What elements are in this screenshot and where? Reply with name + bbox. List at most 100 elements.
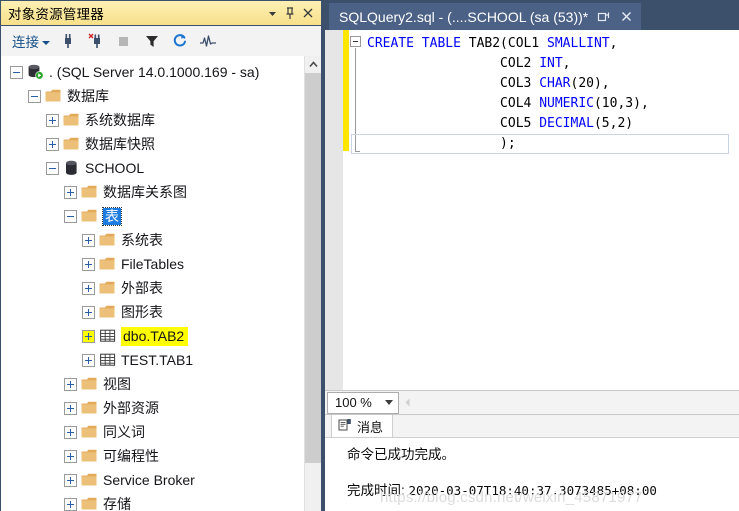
results-tabstrip: 消息 [325,415,739,438]
folder-icon [81,496,98,511]
sql-text: (20), [570,76,610,91]
folder-icon [63,136,80,153]
expand-icon[interactable] [46,113,59,127]
object-explorer-tree[interactable]: . (SQL Server 14.0.1000.169 - sa) 数据库 系统数据… [1,56,304,511]
panel-dropdown-icon[interactable] [263,4,281,22]
tree-node-label: Service Broker [103,471,195,488]
close-tab-icon[interactable] [619,9,634,24]
tree-node[interactable]: 数据库关系图 [1,180,304,204]
scroll-up-arrow-icon[interactable] [305,56,321,73]
code-line: CREATE TABLE TAB2(COL1 SMALLINT, [365,34,739,54]
tree-node[interactable]: 可编程性 [1,444,304,468]
code-line: COL3 CHAR(20), [365,74,739,94]
tree-node[interactable]: 存储 [1,492,304,511]
expand-icon[interactable] [64,449,77,463]
tree-node[interactable]: 表 [1,204,304,228]
expand-icon[interactable] [82,305,95,319]
document-tabstrip: SQLQuery2.sql - (....SCHOOL (sa (53))* [325,0,739,30]
close-icon[interactable] [299,4,317,22]
completion-time-line: 完成时间: 2020-03-07T18:40:37.3073485+08:00 [347,480,739,501]
expand-icon[interactable] [64,497,77,511]
editor-zoom-strip: 100 % [325,390,739,414]
tree-node-label: dbo.TAB2 [121,326,189,346]
tree-node-label: TEST.TAB1 [121,351,194,368]
results-left-edge [325,438,328,511]
folder-icon [81,376,98,393]
sql-keyword: SMALLINT [547,36,610,51]
refresh-icon[interactable] [167,29,193,53]
expand-icon[interactable] [64,185,77,199]
connect-plug-icon[interactable] [55,29,81,53]
folder-icon [99,280,116,297]
explorer-vertical-scrollbar[interactable] [304,56,321,511]
completion-time-value: 2020-03-07T18:40:37.3073485+08:00 [408,483,657,498]
expand-icon[interactable] [82,257,95,271]
sql-text: COL3 [367,76,540,91]
document-tab-title: SQLQuery2.sql - (....SCHOOL (sa (53))* [339,8,589,25]
scroll-thumb[interactable] [305,73,321,463]
collapse-region-icon[interactable] [350,36,361,47]
sql-code-editor[interactable]: CREATE TABLE TAB2(COL1 SMALLINT, COL2 IN… [325,30,739,390]
database-icon [63,160,80,177]
expand-icon[interactable] [82,281,95,295]
expand-icon[interactable] [82,329,95,343]
zoom-level-select[interactable]: 100 % [327,391,399,414]
filter-icon[interactable] [139,29,165,53]
collapse-icon[interactable] [28,89,41,103]
table-icon [99,328,116,345]
table-icon [99,352,116,369]
tab-messages[interactable]: 消息 [331,415,394,437]
tree-node[interactable]: SCHOOL [1,156,304,180]
expand-icon[interactable] [64,425,77,439]
disconnect-plug-icon[interactable] [83,29,109,53]
tree-node-label: 系统表 [121,231,163,248]
expand-icon[interactable] [64,473,77,487]
horizontal-scrollbar-track[interactable] [415,391,739,414]
tree-node[interactable]: 数据库 [1,84,304,108]
expand-icon[interactable] [64,401,77,415]
expand-icon[interactable] [82,353,95,367]
tab-sqlquery2[interactable]: SQLQuery2.sql - (....SCHOOL (sa (53))* [329,3,642,30]
tree-node[interactable]: 视图 [1,372,304,396]
scroll-left-arrow-icon[interactable] [399,391,415,414]
server-icon [27,64,44,81]
activity-monitor-icon[interactable] [195,29,221,53]
sql-text: , [562,56,571,71]
float-window-icon[interactable] [596,9,611,24]
expand-icon[interactable] [64,377,77,391]
sql-keyword: INT [539,56,563,71]
code-line: COL2 INT, [365,54,739,74]
tree-node[interactable]: dbo.TAB2 [1,324,304,348]
tree-node[interactable]: 系统表 [1,228,304,252]
expand-icon[interactable] [46,137,59,151]
tree-node[interactable]: FileTables [1,252,304,276]
object-explorer-panel: 对象资源管理器 连接 . (SQL Server 14.0.1000.169 -… [0,0,325,511]
tree-node[interactable]: Service Broker [1,468,304,492]
current-line-indicator [351,134,729,154]
messages-icon [338,418,352,435]
folder-icon [81,424,98,441]
tree-node[interactable]: 图形表 [1,300,304,324]
connect-label: 连接 [12,35,39,50]
tree-node-label: 视图 [103,375,131,392]
connect-button[interactable]: 连接 [9,29,53,53]
tree-node-label: 外部表 [121,279,163,296]
expand-icon[interactable] [82,233,95,247]
tree-node[interactable]: 数据库快照 [1,132,304,156]
tree-node[interactable]: . (SQL Server 14.0.1000.169 - sa) [1,60,304,84]
pin-icon[interactable] [281,4,299,22]
tree-node[interactable]: 外部表 [1,276,304,300]
messages-output[interactable]: 命令已成功完成。 完成时间: 2020-03-07T18:40:37.30734… [325,438,739,511]
collapse-icon[interactable] [10,65,23,79]
collapse-icon[interactable] [46,161,59,175]
tree-node[interactable]: 外部资源 [1,396,304,420]
editor-outline-margin[interactable] [349,30,365,390]
tree-node[interactable]: 系统数据库 [1,108,304,132]
zoom-level-value: 100 % [335,395,372,410]
collapse-icon[interactable] [64,209,77,223]
sql-text: (10,3), [593,96,649,111]
tree-node[interactable]: 同义词 [1,420,304,444]
code-content[interactable]: CREATE TABLE TAB2(COL1 SMALLINT, COL2 IN… [351,30,739,390]
tree-node[interactable]: TEST.TAB1 [1,348,304,372]
